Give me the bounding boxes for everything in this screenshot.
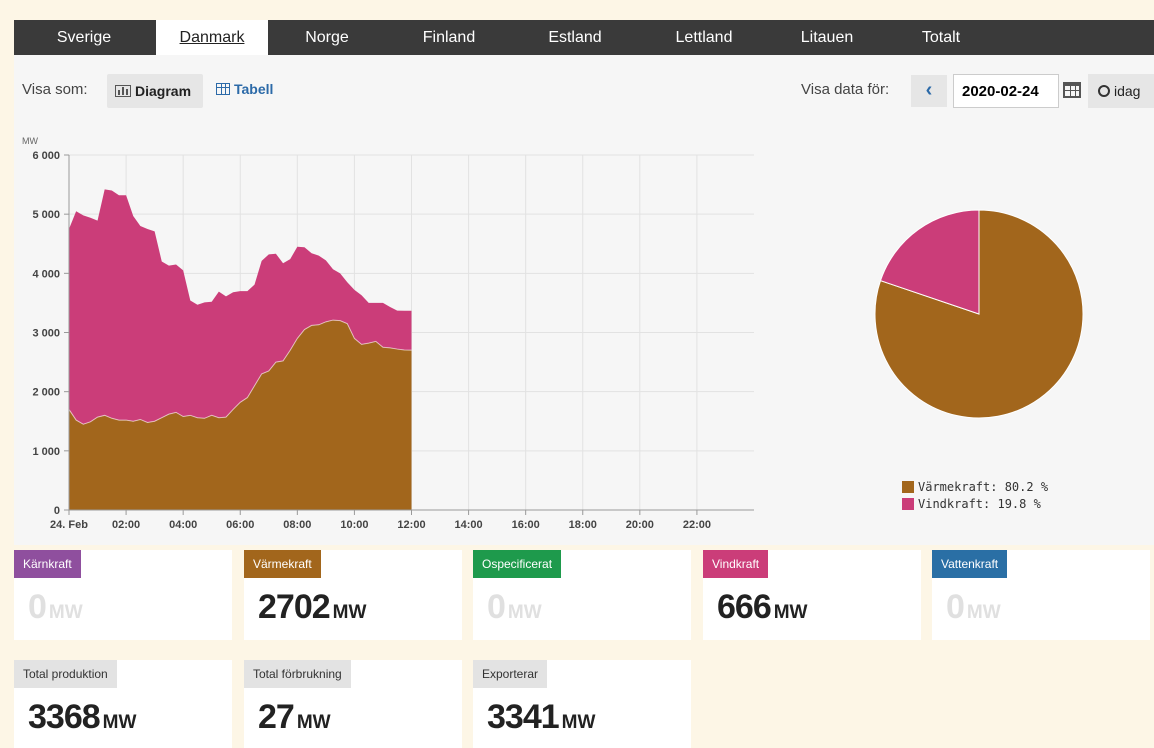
value-unit: MW	[332, 602, 367, 623]
x-tick-label: 08:00	[283, 519, 311, 531]
top-strip	[0, 0, 1154, 18]
x-tick-label: 02:00	[112, 519, 140, 531]
x-tick-label: 04:00	[169, 519, 197, 531]
badge-varmekraft: Värmekraft	[244, 550, 321, 578]
legend-item-vindkraft[interactable]: Vindkraft: 19.8 %	[902, 496, 1048, 513]
x-tick-label: 12:00	[397, 519, 425, 531]
tab-norge[interactable]: Norge	[272, 20, 382, 55]
value-karnkraft: 0 MW	[28, 588, 83, 627]
badge-total-forbrukning: Total förbrukning	[244, 660, 351, 688]
x-tick-label: 24. Feb	[50, 519, 88, 531]
badge-ospecificerat: Ospecificerat	[473, 550, 562, 578]
tab-lettland[interactable]: Lettland	[644, 20, 764, 55]
badge-total-produktion: Total produktion	[14, 660, 117, 688]
card-varmekraft: Värmekraft 2702 MW	[244, 550, 462, 640]
tab-sverige[interactable]: Sverige	[14, 20, 154, 55]
value-number: 0	[487, 588, 506, 626]
y-tick-label: 1 000	[32, 446, 60, 458]
value-number: 3368	[28, 698, 101, 736]
value-number: 666	[717, 588, 772, 626]
legend-label: Värmekraft: 80.2 %	[918, 480, 1049, 494]
area-chart: MW 6 000 5 000 4 000 3 000 2 000 1 000 0 24. Fe…	[22, 136, 754, 531]
production-chart-svg: MW 6 000 5 000 4 000 3 000 2 000 1 000 0 24. Fe…	[22, 136, 1084, 531]
value-unit: MW	[507, 602, 542, 623]
country-tabbar: Sverige Danmark Norge Finland Estland Le…	[14, 20, 1154, 55]
y-tick-label: 3 000	[32, 328, 60, 340]
x-tick-label: 16:00	[512, 519, 540, 531]
y-axis-label: MW	[22, 136, 38, 146]
legend-item-varmekraft[interactable]: Värmekraft: 80.2 %	[902, 479, 1048, 496]
x-tick-label: 20:00	[626, 519, 654, 531]
tab-litauen[interactable]: Litauen	[772, 20, 882, 55]
value-total-forbrukning: 27 MW	[258, 698, 331, 737]
tab-finland[interactable]: Finland	[394, 20, 504, 55]
badge-vattenkraft: Vattenkraft	[932, 550, 1008, 578]
badge-karnkraft: Kärnkraft	[14, 550, 81, 578]
y-tick-label: 2 000	[32, 387, 60, 399]
value-ospecificerat: 0 MW	[487, 588, 542, 627]
value-exporterar: 3341 MW	[487, 698, 595, 737]
card-vattenkraft: Vattenkraft 0 MW	[932, 550, 1150, 640]
x-tick-label: 10:00	[340, 519, 368, 531]
tab-estland[interactable]: Estland	[520, 20, 630, 55]
legend-swatch	[902, 481, 914, 493]
tab-totalt[interactable]: Totalt	[886, 20, 996, 55]
value-number: 3341	[487, 698, 560, 736]
value-unit: MW	[296, 712, 331, 733]
legend-swatch	[902, 498, 914, 510]
badge-vindkraft: Vindkraft	[703, 550, 769, 578]
value-varmekraft: 2702 MW	[258, 588, 366, 627]
value-unit: MW	[48, 602, 83, 623]
value-number: 0	[28, 588, 47, 626]
y-tick-label: 6 000	[32, 150, 60, 162]
value-number: 0	[946, 588, 965, 626]
x-tick-label: 22:00	[683, 519, 711, 531]
card-vindkraft: Vindkraft 666 MW	[703, 550, 921, 640]
pie-legend: Värmekraft: 80.2 % Vindkraft: 19.8 %	[902, 479, 1048, 513]
value-unit: MW	[102, 712, 137, 733]
card-karnkraft: Kärnkraft 0 MW	[14, 550, 232, 640]
value-unit: MW	[773, 602, 808, 623]
x-tick-label: 06:00	[226, 519, 254, 531]
y-tick-label: 0	[54, 505, 60, 517]
y-tick-label: 4 000	[32, 268, 60, 280]
card-total-forbrukning: Total förbrukning 27 MW	[244, 660, 462, 748]
badge-exporterar: Exporterar	[473, 660, 548, 688]
chart-panel: Visa som: Diagram Tabell Visa data för: …	[14, 55, 1154, 545]
value-total-produktion: 3368 MW	[28, 698, 136, 737]
y-tick-label: 5 000	[32, 209, 60, 221]
card-exporterar: Exporterar 3341 MW	[473, 660, 691, 748]
tab-danmark[interactable]: Danmark	[156, 20, 268, 55]
card-ospecificerat: Ospecificerat 0 MW	[473, 550, 691, 640]
value-number: 27	[258, 698, 295, 736]
value-vindkraft: 666 MW	[717, 588, 808, 627]
pie-chart	[874, 209, 1084, 419]
card-total-produktion: Total produktion 3368 MW	[14, 660, 232, 748]
x-tick-label: 14:00	[455, 519, 483, 531]
value-vattenkraft: 0 MW	[946, 588, 1001, 627]
legend-label: Vindkraft: 19.8 %	[918, 497, 1041, 511]
value-number: 2702	[258, 588, 331, 626]
value-unit: MW	[966, 602, 1001, 623]
value-unit: MW	[561, 712, 596, 733]
x-tick-label: 18:00	[569, 519, 597, 531]
